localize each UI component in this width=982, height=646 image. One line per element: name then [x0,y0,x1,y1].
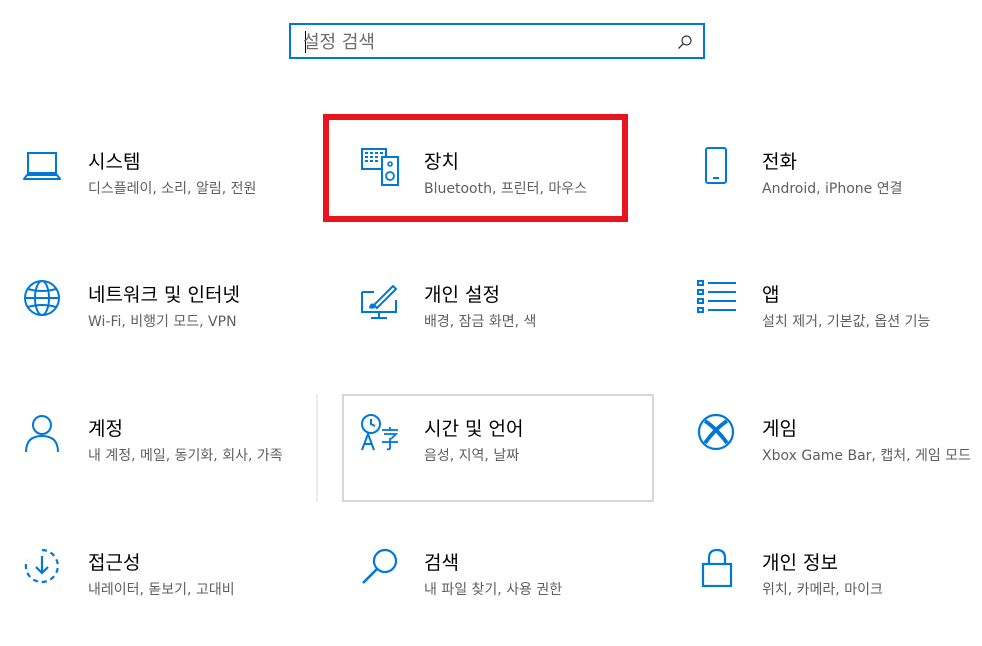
devices-icon [360,147,400,191]
tile-title: 네트워크 및 인터넷 [88,284,240,306]
tile-description: Bluetooth, 프린터, 마우스 [424,181,588,197]
tile-apps[interactable]: 앱 설치 제거, 기본값, 옵션 기능 [696,280,982,380]
accessibility-icon [22,548,62,592]
person-icon [22,414,62,458]
apps-list-icon [696,280,736,324]
tile-network[interactable]: 네트워크 및 인터넷 Wi-Fi, 비행기 모드, VPN [22,280,322,380]
tile-accessibility[interactable]: 접근성 내레이터, 돋보기, 고대비 [22,548,322,646]
tile-title: 검색 [424,552,459,574]
tile-system[interactable]: 시스템 디스플레이, 소리, 알림, 전원 [22,147,322,247]
tile-gaming[interactable]: 게임 Xbox Game Bar, 캡처, 게임 모드 [696,414,982,514]
tile-description: 위치, 카메라, 마이크 [762,582,883,598]
tile-title: 시간 및 언어 [424,418,524,440]
tile-description: 설치 제거, 기본값, 옵션 기능 [762,314,931,330]
search-icon[interactable] [677,34,693,50]
tile-personalization[interactable]: 개인 설정 배경, 잠금 화면, 색 [360,280,660,380]
personalization-icon [360,280,400,324]
tile-title: 전화 [762,151,797,173]
search-input[interactable] [303,29,663,55]
tile-description: 내 파일 찾기, 사용 권한 [424,582,563,598]
phone-icon [696,147,736,191]
tile-title: 시스템 [88,151,141,173]
tile-title: 개인 정보 [762,552,838,574]
tile-title: 앱 [762,284,780,306]
tile-description: 내레이터, 돋보기, 고대비 [88,582,235,598]
tile-description: Android, iPhone 연결 [762,181,903,197]
search-icon [360,548,400,592]
tile-description: Wi-Fi, 비행기 모드, VPN [88,314,237,330]
tile-description: 디스플레이, 소리, 알림, 전원 [88,181,257,197]
tile-search[interactable]: 검색 내 파일 찾기, 사용 권한 [360,548,660,646]
tile-title: 개인 설정 [424,284,500,306]
tile-title: 계정 [88,418,123,440]
tile-description: 내 계정, 메일, 동기화, 회사, 가족 [88,448,283,464]
lock-icon [696,548,736,592]
globe-icon [22,280,62,324]
tile-title: 접근성 [88,552,141,574]
laptop-icon [22,147,62,191]
tile-time-language[interactable]: 시간 및 언어 음성, 지역, 날짜 [360,414,660,514]
settings-search-box[interactable] [289,23,705,59]
tile-devices[interactable]: 장치 Bluetooth, 프린터, 마우스 [360,147,660,247]
tile-description: 음성, 지역, 날짜 [424,448,520,464]
tile-description: Xbox Game Bar, 캡처, 게임 모드 [762,448,971,464]
tile-phone[interactable]: 전화 Android, iPhone 연결 [696,147,982,247]
time-language-icon [360,414,400,458]
tile-title: 게임 [762,418,797,440]
tile-privacy[interactable]: 개인 정보 위치, 카메라, 마이크 [696,548,982,646]
xbox-icon [696,414,736,458]
tile-accounts[interactable]: 계정 내 계정, 메일, 동기화, 회사, 가족 [22,414,322,514]
settings-home: 시스템 디스플레이, 소리, 알림, 전원 장치 Bluetooth, 프린터,… [0,0,982,646]
tile-description: 배경, 잠금 화면, 색 [424,314,537,330]
tile-title: 장치 [424,151,459,173]
